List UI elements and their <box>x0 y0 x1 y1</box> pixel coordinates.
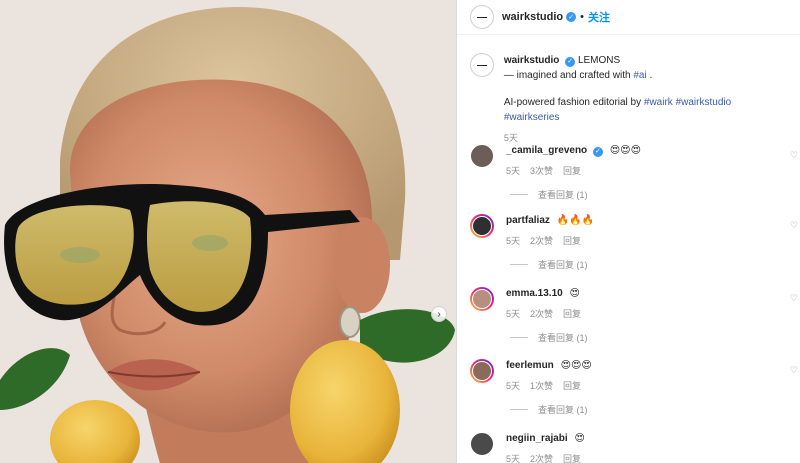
avatar-image <box>472 361 492 381</box>
comment-time: 5天 <box>506 381 521 391</box>
header-username[interactable]: wairkstudio <box>502 11 563 23</box>
replies-line <box>510 194 528 195</box>
view-replies-button[interactable]: 查看回复 (1) <box>510 403 800 416</box>
logo-bar <box>476 64 487 66</box>
avatar-image <box>470 432 494 456</box>
caption-title: LEMONS <box>577 55 621 66</box>
avatar-image <box>472 216 492 236</box>
follow-button[interactable]: 关注 <box>588 9 610 25</box>
caption-line2-suffix: . <box>646 70 653 81</box>
comment-time: 5天 <box>506 236 521 246</box>
chevron-right-icon: › <box>437 308 441 320</box>
post-image-illustration <box>0 0 456 463</box>
comment-username[interactable]: feerlemun <box>506 360 554 371</box>
comment-likes[interactable]: 2次赞 <box>530 454 553 463</box>
caption-line3: AI-powered fashion editorial by <box>503 97 644 108</box>
comment-likes[interactable]: 2次赞 <box>530 309 553 319</box>
avatar-image <box>470 144 494 168</box>
hashtag-link[interactable]: #wairk <box>644 97 673 108</box>
reply-button[interactable]: 回复 <box>563 166 581 176</box>
avatar[interactable] <box>470 5 494 29</box>
like-heart-icon[interactable]: ♡ <box>790 293 798 304</box>
hashtag-link[interactable]: #wairkstudio <box>676 97 732 108</box>
post-header: wairkstudio ✓ • 关注 <box>457 0 800 35</box>
verified-icon: ✓ <box>566 12 577 22</box>
comment-avatar[interactable] <box>470 359 494 383</box>
comment-likes[interactable]: 2次赞 <box>530 236 553 246</box>
comment: feerlemun 😍😍😍 5天 1次赞 回复 ♡ 查看回复 (1) <box>470 359 800 416</box>
verified-icon: ✓ <box>592 147 603 157</box>
replies-line <box>510 337 528 338</box>
verified-icon: ✓ <box>565 56 576 67</box>
comment-likes[interactable]: 3次赞 <box>530 166 553 176</box>
reply-button[interactable]: 回复 <box>563 454 581 463</box>
comment: negiin_rajabi 😍 5天 2次赞 回复 <box>470 432 800 463</box>
comment-likes[interactable]: 1次赞 <box>530 381 553 391</box>
comment-text: 😍 <box>569 288 580 299</box>
hashtag-link[interactable]: #ai <box>633 70 646 81</box>
comment-username[interactable]: partfaliaz <box>506 215 550 226</box>
reply-button[interactable]: 回复 <box>563 236 581 246</box>
comment-time: 5天 <box>506 454 521 463</box>
caption-line2: — imagined and crafted with <box>503 70 634 81</box>
post-panel: wairkstudio ✓ • 关注 wairkstudio ✓ LEMONS … <box>456 0 800 463</box>
comment: _camila_greveno ✓ 😍😍😍 5天 3次赞 回复 ♡ 查看回复 (1) <box>470 144 800 201</box>
like-heart-icon[interactable]: ♡ <box>790 220 798 231</box>
view-replies-label[interactable]: 查看回复 (1) <box>538 331 588 344</box>
comment-avatar[interactable] <box>470 144 494 168</box>
next-image-button[interactable]: › <box>431 306 447 322</box>
comment-time: 5天 <box>506 166 521 176</box>
separator-dot: • <box>580 11 584 23</box>
view-replies-button[interactable]: 查看回复 (1) <box>510 188 800 201</box>
reply-button[interactable]: 回复 <box>563 309 581 319</box>
avatar-image <box>472 289 492 309</box>
replies-line <box>510 264 528 265</box>
comment: emma.13.10 😍 5天 2次赞 回复 ♡ 查看回复 (1) <box>470 287 800 344</box>
comment: partfaliaz 🔥🔥🔥 5天 2次赞 回复 ♡ 查看回复 (1) <box>470 214 800 271</box>
view-replies-label[interactable]: 查看回复 (1) <box>538 188 588 201</box>
caption-username[interactable]: wairkstudio <box>504 55 560 66</box>
comment-username[interactable]: emma.13.10 <box>506 288 563 299</box>
comment-avatar[interactable] <box>470 214 494 238</box>
caption-avatar[interactable] <box>470 53 494 77</box>
comment-text: 🔥🔥🔥 <box>556 215 595 226</box>
comment-avatar[interactable] <box>470 287 494 311</box>
comment-avatar[interactable] <box>470 432 494 456</box>
logo-bar <box>477 16 487 18</box>
post-caption: wairkstudio ✓ LEMONS — imagined and craf… <box>457 35 800 146</box>
comment-text: 😍😍😍 <box>560 360 592 371</box>
like-heart-icon[interactable]: ♡ <box>790 365 798 376</box>
replies-line <box>510 409 528 410</box>
comment-time: 5天 <box>506 309 521 319</box>
view-replies-button[interactable]: 查看回复 (1) <box>510 258 800 271</box>
like-heart-icon[interactable]: ♡ <box>790 150 798 161</box>
comment-text: 😍😍😍 <box>609 145 642 156</box>
reply-button[interactable]: 回复 <box>563 381 581 391</box>
comment-username[interactable]: negiin_rajabi <box>506 433 568 444</box>
view-replies-label[interactable]: 查看回复 (1) <box>538 403 588 416</box>
view-replies-label[interactable]: 查看回复 (1) <box>538 258 588 271</box>
hashtag-link[interactable]: #wairkseries <box>504 112 560 123</box>
post-image[interactable]: › <box>0 0 456 463</box>
comment-username[interactable]: _camila_greveno <box>506 145 587 156</box>
comment-text: 😍 <box>574 433 585 444</box>
view-replies-button[interactable]: 查看回复 (1) <box>510 331 800 344</box>
